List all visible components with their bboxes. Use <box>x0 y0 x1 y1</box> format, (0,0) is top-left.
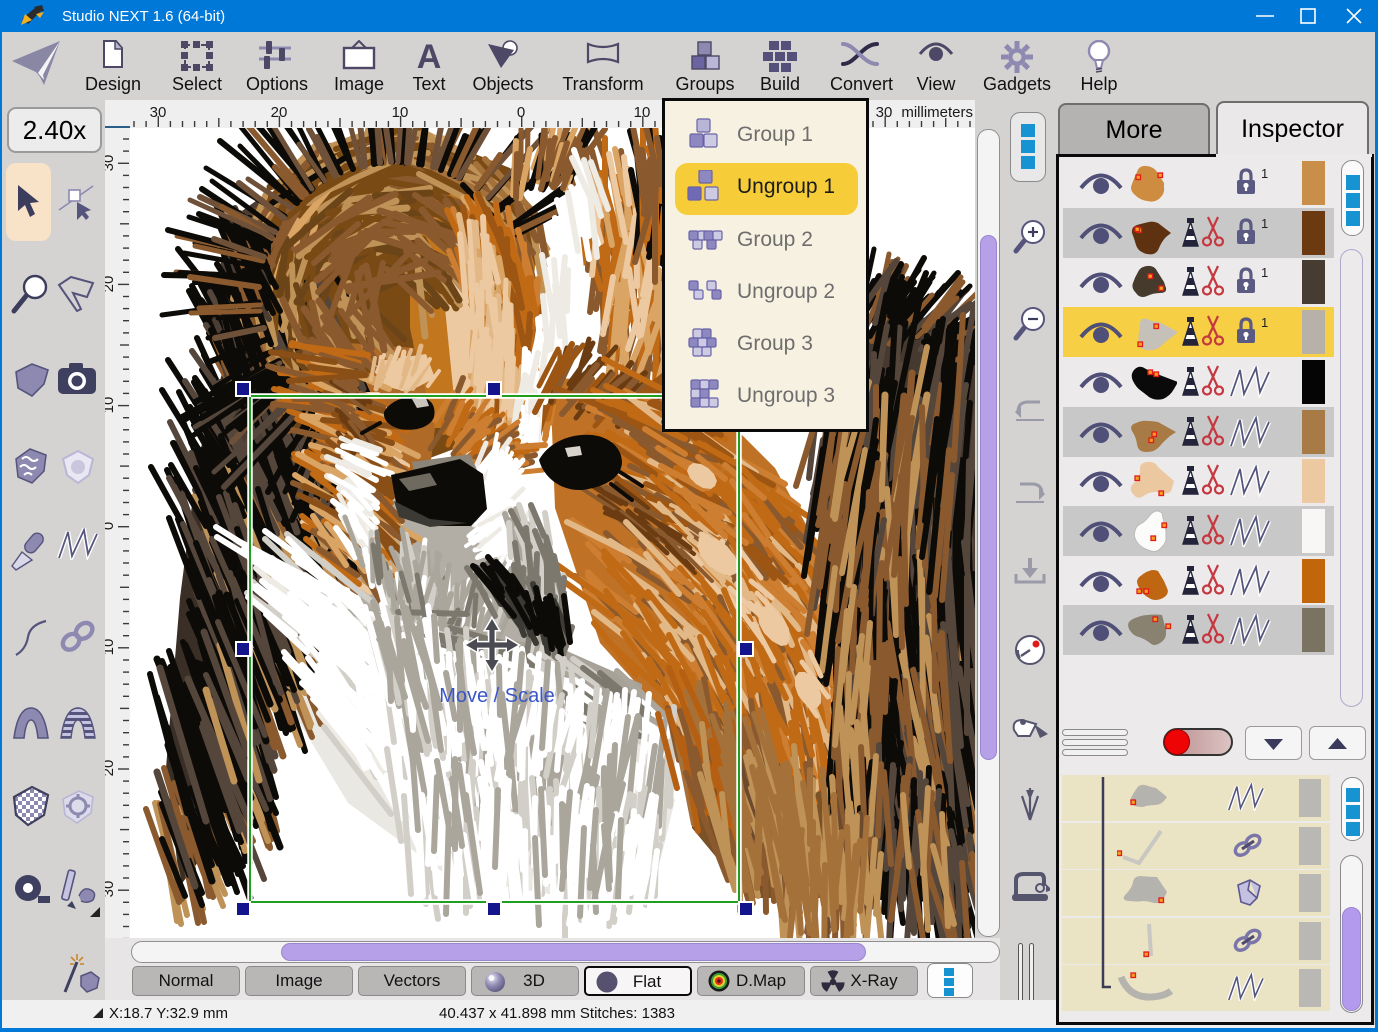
svg-text:30: 30 <box>150 104 167 121</box>
svg-text:1: 1 <box>1261 265 1268 280</box>
svg-text:10: 10 <box>392 104 409 121</box>
svg-text:1: 1 <box>1261 315 1268 330</box>
svg-text:10: 10 <box>105 397 117 414</box>
svg-text:20: 20 <box>105 276 117 293</box>
svg-text:20: 20 <box>271 104 288 121</box>
svg-text:30: 30 <box>876 104 893 121</box>
svg-text:0: 0 <box>105 522 117 530</box>
svg-text:30: 30 <box>105 881 117 898</box>
svg-text:A: A <box>417 40 442 72</box>
svg-text:10: 10 <box>105 639 117 656</box>
svg-text:millimeters: millimeters <box>901 104 973 121</box>
svg-text:1: 1 <box>1261 166 1268 181</box>
svg-text:Move / Scale: Move / Scale <box>439 685 555 707</box>
svg-text:30: 30 <box>105 155 117 172</box>
svg-text:1: 1 <box>1261 216 1268 231</box>
svg-text:20: 20 <box>105 760 117 777</box>
svg-text:10: 10 <box>634 104 651 121</box>
svg-text:0: 0 <box>517 104 525 121</box>
